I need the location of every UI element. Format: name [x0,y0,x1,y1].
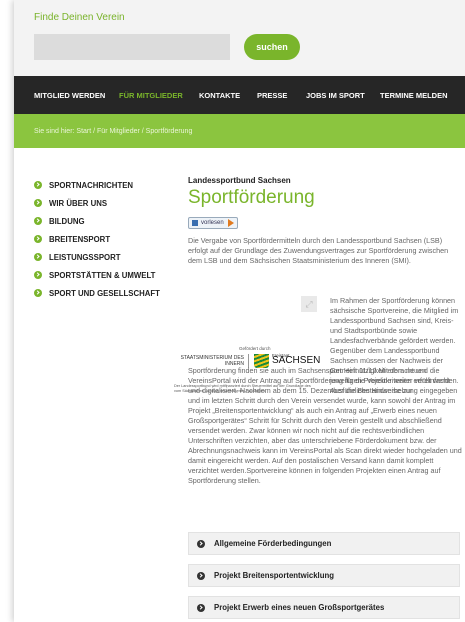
sidebar-item-bildung[interactable]: BILDUNG [34,212,184,230]
chevron-right-icon [34,289,42,297]
sidebar-item-label: SPORT UND GESELLSCHAFT [49,288,160,298]
chevron-right-icon [197,571,205,580]
chevron-right-icon [34,253,42,261]
nav-item-kontakte[interactable]: KONTAKTE [199,91,257,100]
nav-item-termine-melden[interactable]: TERMINE MELDEN [380,91,448,100]
accordion-item-breitensportentwicklung[interactable]: Projekt Breitensportentwicklung [188,564,460,587]
sidebar-item-label: BILDUNG [49,216,85,226]
main-content: Landessportbund Sachsen Sportförderung v… [174,176,464,266]
nav-item-jobs-im-sport[interactable]: JOBS IM SPORT [306,91,380,100]
funding-logo-figure: Gefördert durch STAATSMINISTERIUM DES IN… [174,298,320,393]
sidebar: SPORTNACHRICHTEN WIR ÜBER UNS BILDUNG BR… [34,176,184,302]
sidebar-item-leistungssport[interactable]: LEISTUNGSSPORT [34,248,184,266]
sidebar-item-wir-ueber-uns[interactable]: WIR ÜBER UNS [34,194,184,212]
read-aloud-label: vorlesen [201,220,224,226]
sidebar-item-label: LEISTUNGSSPORT [49,252,121,262]
chevron-right-icon [34,271,42,279]
chevron-right-icon [34,217,42,225]
intro-text: Die Vergabe von Sportfördermitteln durch… [188,236,449,265]
body-text: Sportförderung finden sie auch im Sachse… [188,366,462,485]
sidebar-item-label: WIR ÜBER UNS [49,198,108,208]
accordion-item-grosssportgeraet[interactable]: Projekt Erwerb eines neuen Großsportgerä… [188,596,460,619]
chevron-right-icon [34,199,42,207]
search-button[interactable]: suchen [244,34,300,60]
sidebar-item-label: SPORTSTÄTTEN & UMWELT [49,270,156,280]
nav-item-mitglied-werden[interactable]: MITGLIED WERDEN [34,91,119,100]
header: Finde Deinen Verein suchen [14,0,465,76]
sidebar-item-label: SPORTNACHRICHTEN [49,180,134,190]
sidebar-item-breitensport[interactable]: BREITENSPORT [34,230,184,248]
sidebar-item-sportstaetten-umwelt[interactable]: SPORTSTÄTTEN & UMWELT [34,266,184,284]
chevron-right-icon [34,235,42,243]
speaker-icon [192,220,198,226]
main-nav: MITGLIED WERDEN FÜR MITGLIEDER KONTAKTE … [14,76,465,114]
site-title[interactable]: Finde Deinen Verein [34,12,125,23]
read-aloud-button[interactable]: vorlesen [188,217,238,229]
sidebar-item-sportnachrichten[interactable]: SPORTNACHRICHTEN [34,176,184,194]
accordion-label: Projekt Erwerb eines neuen Großsportgerä… [214,603,385,612]
page-title: Sportförderung [188,187,315,208]
nav-item-fuer-mitglieder[interactable]: FÜR MITGLIEDER [119,91,199,100]
chevron-right-icon [34,181,42,189]
state-big-label: SACHSEN [272,355,321,366]
accordion-item-foerderbedingungen[interactable]: Allgemeine Förderbedingungen [188,532,460,555]
chevron-right-icon [197,603,205,612]
accordion-label: Projekt Breitensportentwicklung [214,571,335,580]
org-name: Landessportbund Sachsen [188,176,291,185]
search-input[interactable] [34,34,230,60]
breadcrumb[interactable]: Sie sind hier: Start / Für Mitglieder / … [14,114,465,148]
accordion-label: Allgemeine Förderbedingungen [214,539,332,548]
state-label: Freistaat SACHSEN [272,353,321,366]
page-sheet: Finde Deinen Verein suchen MITGLIED WERD… [14,0,465,622]
expand-icon[interactable]: ⤢ [301,296,317,312]
sidebar-item-label: BREITENSPORT [49,234,111,244]
funded-by-label: Gefördert durch [239,346,271,351]
chevron-right-icon [197,539,205,548]
play-icon [227,219,234,227]
nav-item-presse[interactable]: PRESSE [257,91,306,100]
sidebar-item-sport-und-gesellschaft[interactable]: SPORT UND GESELLSCHAFT [34,284,184,302]
